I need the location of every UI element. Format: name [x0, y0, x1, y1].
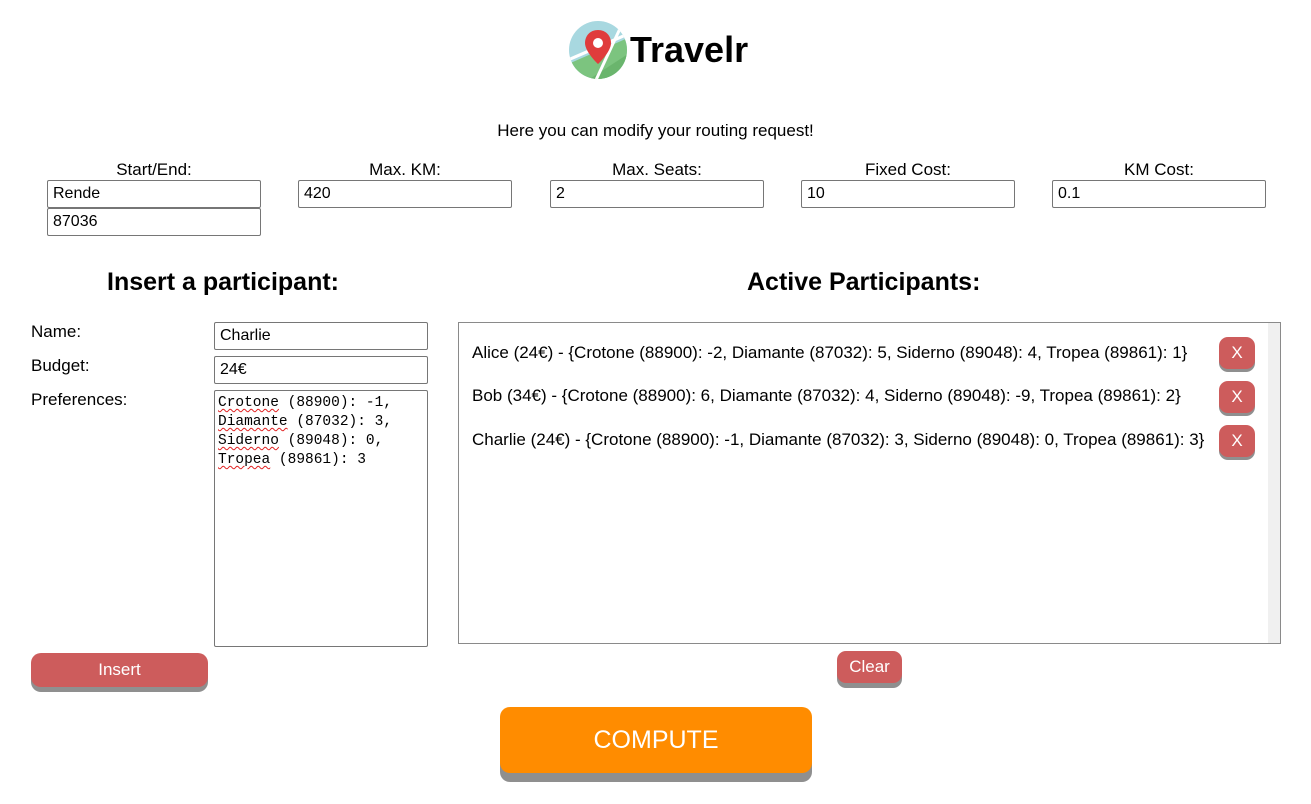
max-seats-label: Max. Seats:: [612, 160, 702, 179]
insert-button[interactable]: Insert: [31, 653, 208, 687]
clear-button[interactable]: Clear: [837, 651, 902, 683]
km-cost-field: KM Cost:: [1052, 159, 1266, 208]
km-cost-label: KM Cost:: [1124, 160, 1194, 179]
preference-value: (89048): 0,: [278, 433, 384, 449]
participant-entry: Alice (24€) - {Crotone (88900): -2, Diam…: [472, 343, 1188, 362]
preference-line: Tropea (89861): 3: [218, 451, 424, 470]
preference-city: Siderno: [218, 433, 279, 449]
active-participants-title: Active Participants:: [747, 268, 981, 296]
map-pin-icon: [569, 21, 627, 79]
max-km-field: Max. KM:: [298, 159, 512, 208]
max-seats-input[interactable]: [550, 180, 764, 208]
insert-participant-title: Insert a participant:: [107, 268, 339, 296]
km-cost-input[interactable]: [1052, 180, 1266, 208]
fixed-cost-field: Fixed Cost:: [801, 159, 1015, 208]
budget-label: Budget:: [31, 356, 90, 375]
fixed-cost-input[interactable]: [801, 180, 1015, 208]
start-zip-input[interactable]: [47, 208, 261, 236]
header: Travelr: [568, 20, 748, 80]
preference-value: (89861): 3: [270, 452, 366, 468]
preference-value: (87032): 3,: [287, 414, 393, 430]
participant-entry: Bob (34€) - {Crotone (88900): 6, Diamant…: [472, 386, 1181, 405]
compute-button[interactable]: COMPUTE: [500, 707, 812, 773]
page-subtitle: Here you can modify your routing request…: [497, 121, 814, 140]
remove-participant-button[interactable]: X: [1219, 381, 1255, 413]
name-label: Name:: [31, 322, 82, 341]
preferences-label: Preferences:: [31, 390, 128, 409]
remove-participant-button[interactable]: X: [1219, 425, 1255, 457]
max-km-label: Max. KM:: [369, 160, 441, 179]
preference-city: Diamante: [218, 414, 288, 430]
preference-value: (88900): -1,: [278, 395, 393, 411]
budget-input[interactable]: [214, 356, 428, 384]
start-end-field: Start/End:: [47, 159, 261, 236]
preferences-textarea[interactable]: Crotone (88900): -1, Diamante (87032): 3,…: [214, 390, 428, 647]
name-input[interactable]: [214, 322, 428, 350]
fixed-cost-label: Fixed Cost:: [865, 160, 951, 179]
start-city-input[interactable]: [47, 180, 261, 208]
participant-entry: Charlie (24€) - {Crotone (88900): -1, Di…: [472, 430, 1205, 449]
preference-line: Crotone (88900): -1,: [218, 394, 424, 413]
scrollbar[interactable]: [1268, 323, 1280, 643]
max-seats-field: Max. Seats:: [550, 159, 764, 208]
participants-list[interactable]: Alice (24€) - {Crotone (88900): -2, Diam…: [458, 322, 1281, 644]
preference-line: Siderno (89048): 0,: [218, 432, 424, 451]
app-title: Travelr: [630, 29, 749, 70]
remove-participant-button[interactable]: X: [1219, 337, 1255, 369]
max-km-input[interactable]: [298, 180, 512, 208]
preference-line: Diamante (87032): 3,: [218, 413, 424, 432]
preference-city: Tropea: [218, 452, 271, 468]
start-end-label: Start/End:: [116, 160, 192, 179]
preference-city: Crotone: [218, 395, 279, 411]
